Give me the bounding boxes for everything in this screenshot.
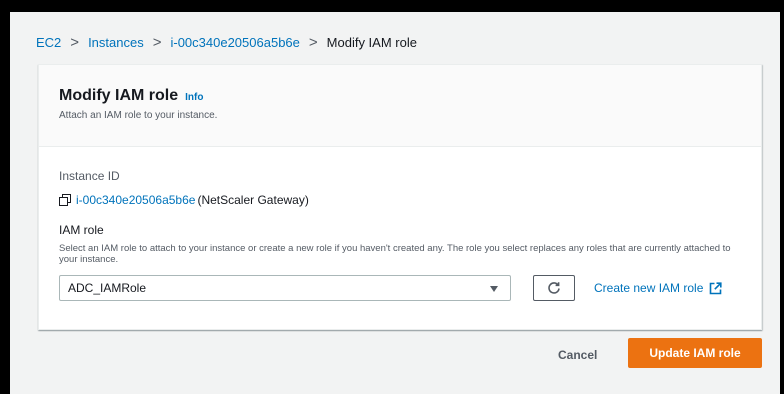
iam-role-label: IAM role — [59, 223, 104, 237]
panel-title-row: Modify IAM role Info — [59, 87, 761, 105]
update-iam-role-button[interactable]: Update IAM role — [628, 338, 762, 368]
breadcrumb: EC2 > Instances > i-00c340e20506a5b6e > … — [36, 32, 417, 52]
breadcrumb-instance-id[interactable]: i-00c340e20506a5b6e — [170, 35, 299, 50]
iam-role-select[interactable]: ADC_IAMRole — [59, 275, 511, 301]
instance-id-label: Instance ID — [59, 169, 120, 183]
create-iam-role-link[interactable]: Create new IAM role — [594, 275, 722, 301]
iam-role-selected-value: ADC_IAMRole — [68, 281, 147, 295]
create-iam-role-label: Create new IAM role — [594, 281, 704, 295]
modify-iam-role-panel: Modify IAM role Info Attach an IAM role … — [38, 64, 762, 330]
page-title: Modify IAM role — [59, 87, 179, 104]
caret-down-icon — [490, 286, 498, 292]
panel-description: Attach an IAM role to your instance. — [59, 110, 218, 121]
panel-header: Modify IAM role Info Attach an IAM role … — [39, 65, 761, 147]
instance-id-value: i-00c340e20506a5b6e (NetScaler Gateway) — [59, 193, 309, 207]
info-link[interactable]: Info — [185, 92, 203, 103]
copy-icon[interactable] — [59, 193, 72, 207]
iam-role-description: Select an IAM role to attach to your ins… — [59, 243, 731, 265]
breadcrumb-current: Modify IAM role — [326, 34, 417, 50]
external-link-icon — [709, 281, 722, 295]
instance-name: (NetScaler Gateway) — [197, 193, 309, 207]
cancel-button[interactable]: Cancel — [558, 342, 597, 368]
instance-id-link[interactable]: i-00c340e20506a5b6e — [76, 193, 195, 207]
breadcrumb-separator-icon: > — [152, 33, 162, 51]
breadcrumb-ec2[interactable]: EC2 — [36, 35, 61, 50]
page-frame: EC2 > Instances > i-00c340e20506a5b6e > … — [10, 12, 780, 394]
breadcrumb-separator-icon: > — [308, 33, 318, 51]
refresh-button[interactable] — [533, 275, 575, 301]
refresh-icon — [548, 282, 560, 294]
breadcrumb-separator-icon: > — [70, 33, 80, 51]
breadcrumb-instances[interactable]: Instances — [88, 35, 144, 50]
